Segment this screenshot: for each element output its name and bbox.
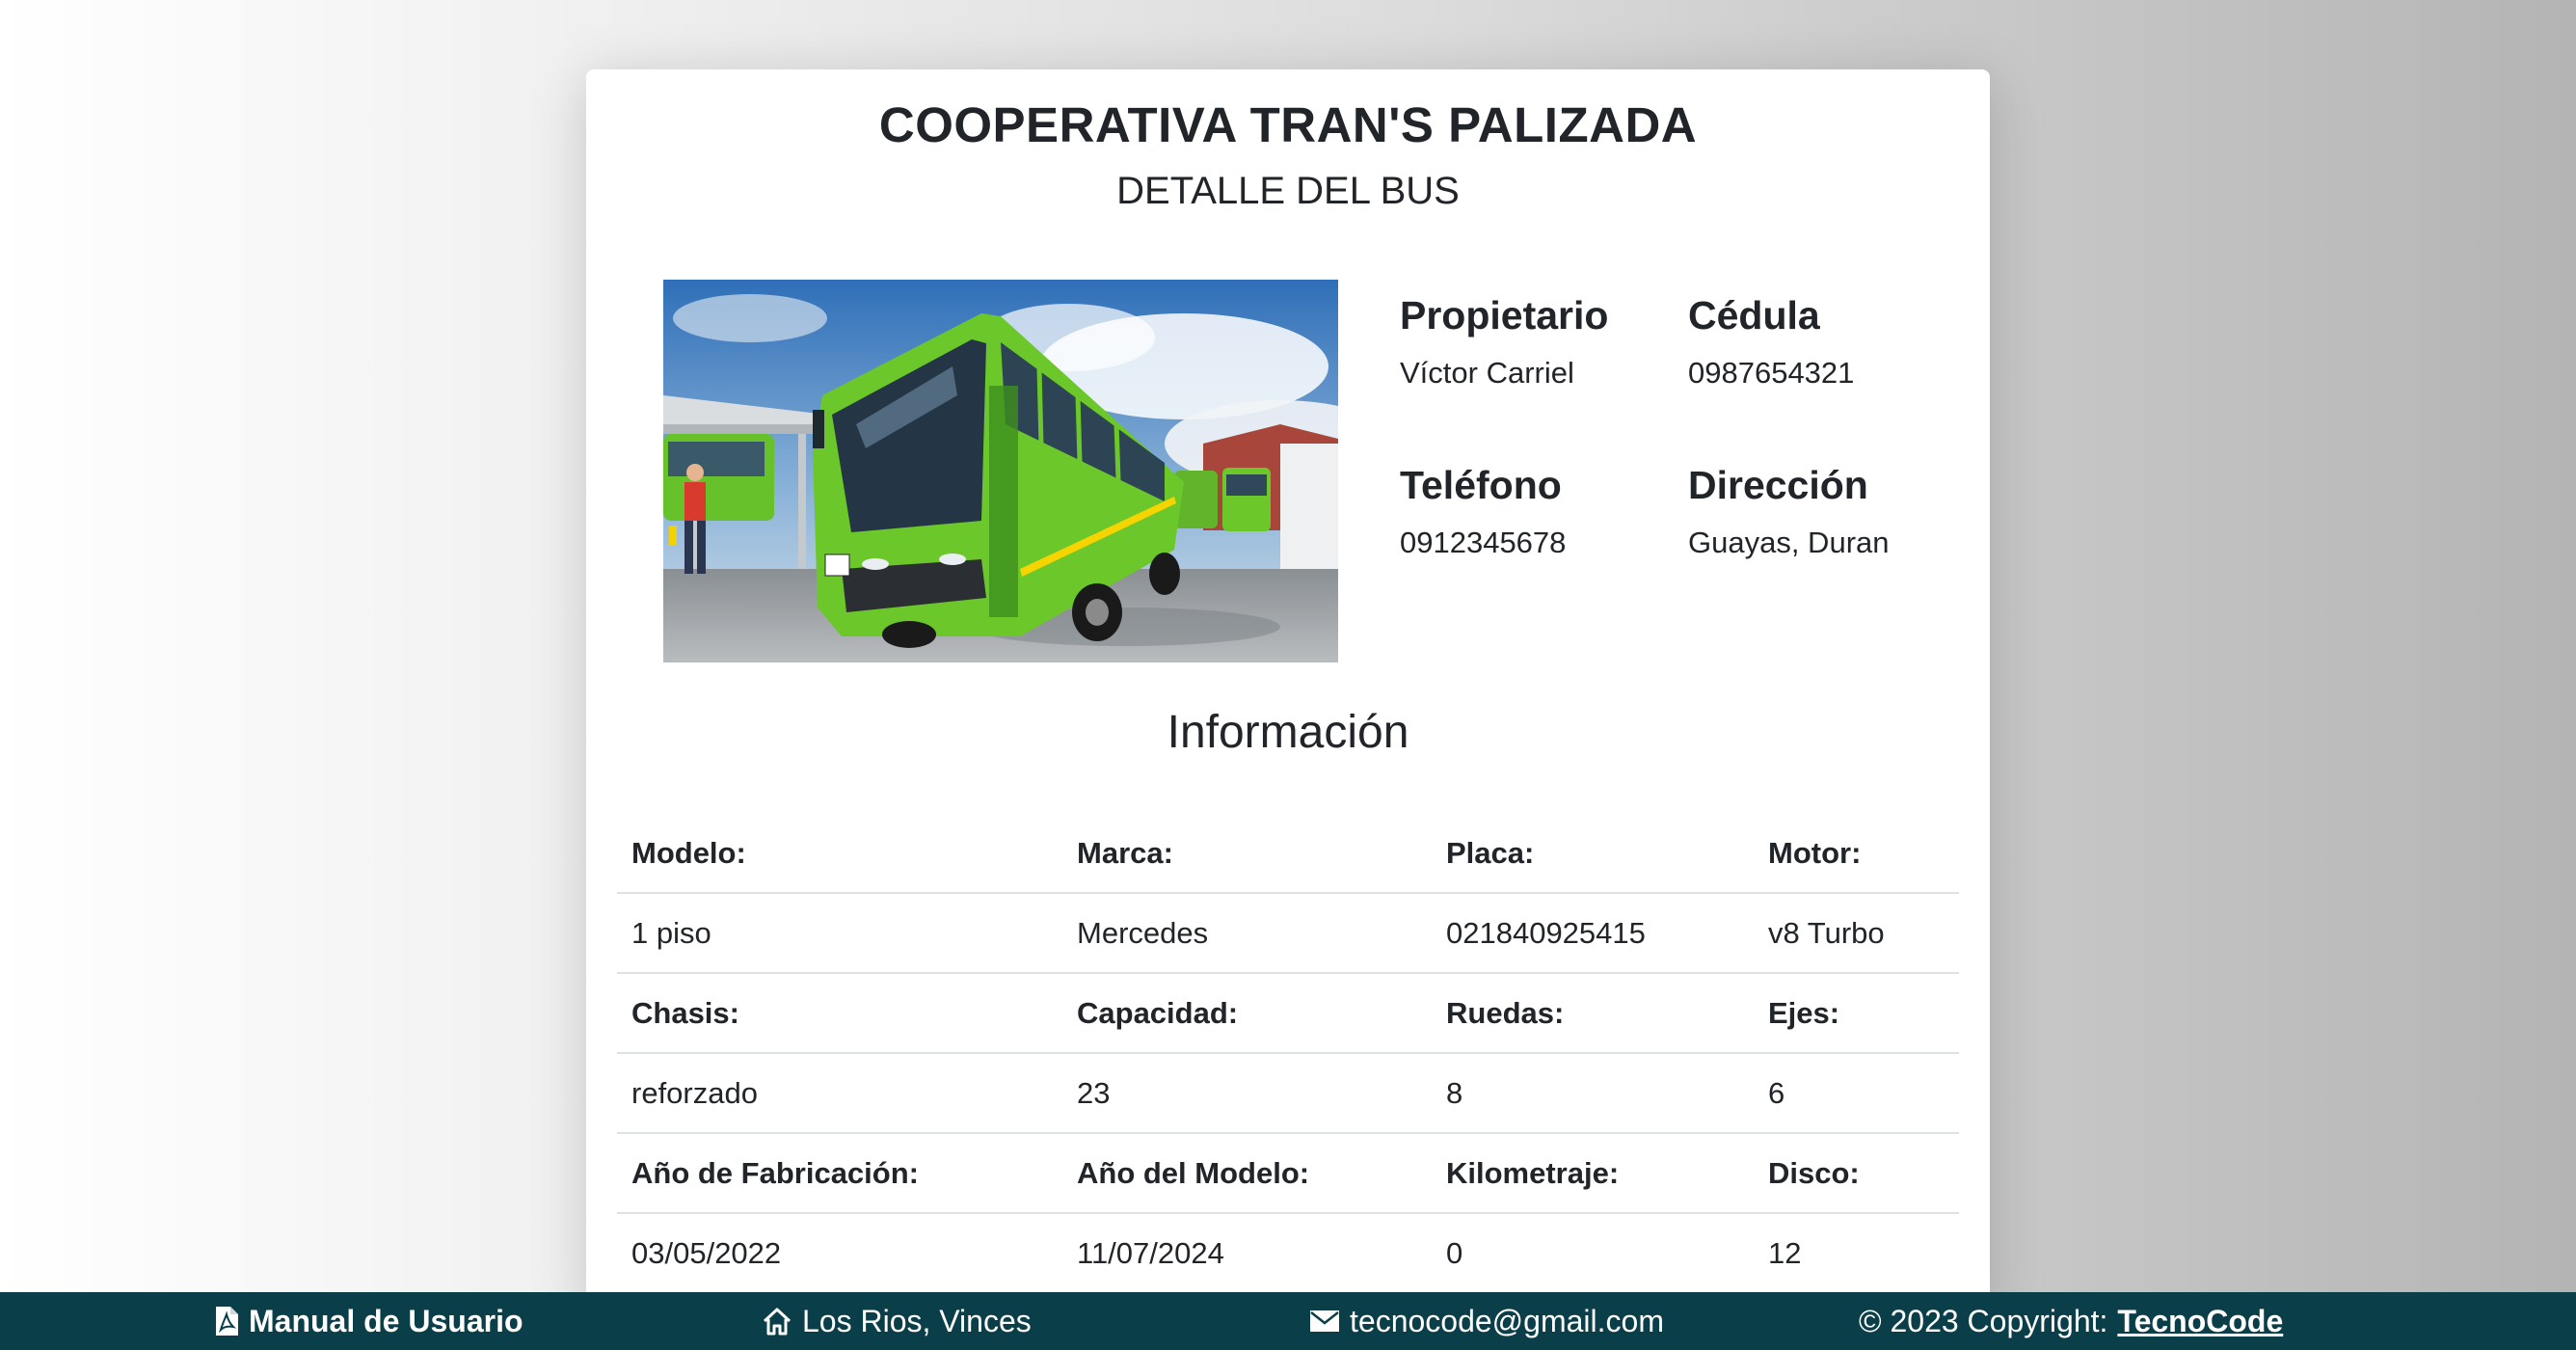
page-subtitle: DETALLE DEL BUS — [1116, 170, 1460, 212]
table-header-cell: Modelo: — [617, 814, 1062, 894]
address-value: Guayas, Duran — [1688, 526, 1890, 559]
table-row: 1 piso Mercedes 021840925415 v8 Turbo — [617, 893, 1959, 974]
table-cell: 1 piso — [617, 893, 1062, 974]
email-link[interactable]: tecnocode@gmail.com — [1309, 1292, 1664, 1350]
table-header-cell: Kilometraje: — [1432, 1133, 1754, 1214]
table-cell: 8 — [1432, 1053, 1754, 1134]
table-row: reforzado 23 8 6 — [617, 1053, 1959, 1134]
table-header-cell: Disco: — [1754, 1133, 1959, 1214]
phone-label: Teléfono — [1400, 463, 1562, 507]
user-manual-link[interactable]: Manual de Usuario — [214, 1292, 523, 1350]
home-icon — [762, 1307, 792, 1336]
table-cell: 6 — [1754, 1053, 1959, 1134]
table-header-cell: Placa: — [1432, 814, 1754, 894]
table-cell: 12 — [1754, 1213, 1959, 1294]
owner-label: Propietario — [1400, 293, 1609, 338]
table-header-row: Año de Fabricación: Año del Modelo: Kilo… — [617, 1133, 1959, 1214]
copyright-text: © 2023 Copyright: — [1859, 1303, 2108, 1338]
table-header-cell: Ruedas: — [1432, 973, 1754, 1054]
id-card-value: 0987654321 — [1688, 356, 1855, 390]
table-cell: 03/05/2022 — [617, 1213, 1062, 1294]
pdf-file-icon — [214, 1306, 239, 1336]
table-header-cell: Año del Modelo: — [1062, 1133, 1432, 1214]
id-card-label: Cédula — [1688, 293, 1820, 338]
table-cell: 021840925415 — [1432, 893, 1754, 974]
phone-value: 0912345678 — [1400, 526, 1567, 559]
id-card-field: Cédula 0987654321 — [1688, 293, 1968, 391]
footer: Manual de Usuario Los Rios, Vinces tecno… — [0, 1292, 2576, 1350]
location-item: Los Rios, Vinces — [762, 1292, 1032, 1350]
table-cell: v8 Turbo — [1754, 893, 1959, 974]
tecnocode-link[interactable]: TecnoCode — [2117, 1304, 2283, 1339]
table-header-cell: Chasis: — [617, 973, 1062, 1054]
bus-info-table: Modelo: Marca: Placa: Motor: 1 piso Merc… — [617, 814, 1959, 1294]
table-row: 03/05/2022 11/07/2024 0 12 — [617, 1213, 1959, 1294]
table-header-row: Chasis: Capacidad: Ruedas: Ejes: — [617, 973, 1959, 1054]
table-header-cell: Capacidad: — [1062, 973, 1432, 1054]
location-text: Los Rios, Vinces — [802, 1303, 1032, 1338]
phone-field: Teléfono 0912345678 — [1400, 463, 1679, 560]
table-header-cell: Ejes: — [1754, 973, 1959, 1054]
address-label: Dirección — [1688, 463, 1868, 507]
page-title: COOPERATIVA TRAN'S PALIZADA — [878, 97, 1698, 152]
email-text: tecnocode@gmail.com — [1350, 1303, 1664, 1338]
table-cell: 11/07/2024 — [1062, 1213, 1432, 1294]
table-cell: Mercedes — [1062, 893, 1432, 974]
envelope-icon — [1309, 1310, 1340, 1333]
table-cell: reforzado — [617, 1053, 1062, 1134]
copyright: © 2023 Copyright: TecnoCode — [1859, 1292, 2283, 1350]
user-manual-label: Manual de Usuario — [249, 1303, 523, 1338]
table-header-cell: Marca: — [1062, 814, 1432, 894]
table-header-row: Modelo: Marca: Placa: Motor: — [617, 814, 1959, 894]
table-header-cell: Año de Fabricación: — [617, 1133, 1062, 1214]
owner-field: Propietario Víctor Carriel — [1400, 293, 1679, 391]
table-cell: 0 — [1432, 1213, 1754, 1294]
table-cell: 23 — [1062, 1053, 1432, 1134]
info-heading: Información — [1167, 707, 1409, 758]
bus-photo — [663, 280, 1338, 662]
table-header-cell: Motor: — [1754, 814, 1959, 894]
owner-value: Víctor Carriel — [1400, 356, 1574, 390]
address-field: Dirección Guayas, Duran — [1688, 463, 1968, 560]
bus-detail-card: COOPERATIVA TRAN'S PALIZADA DETALLE DEL … — [586, 69, 1990, 1313]
